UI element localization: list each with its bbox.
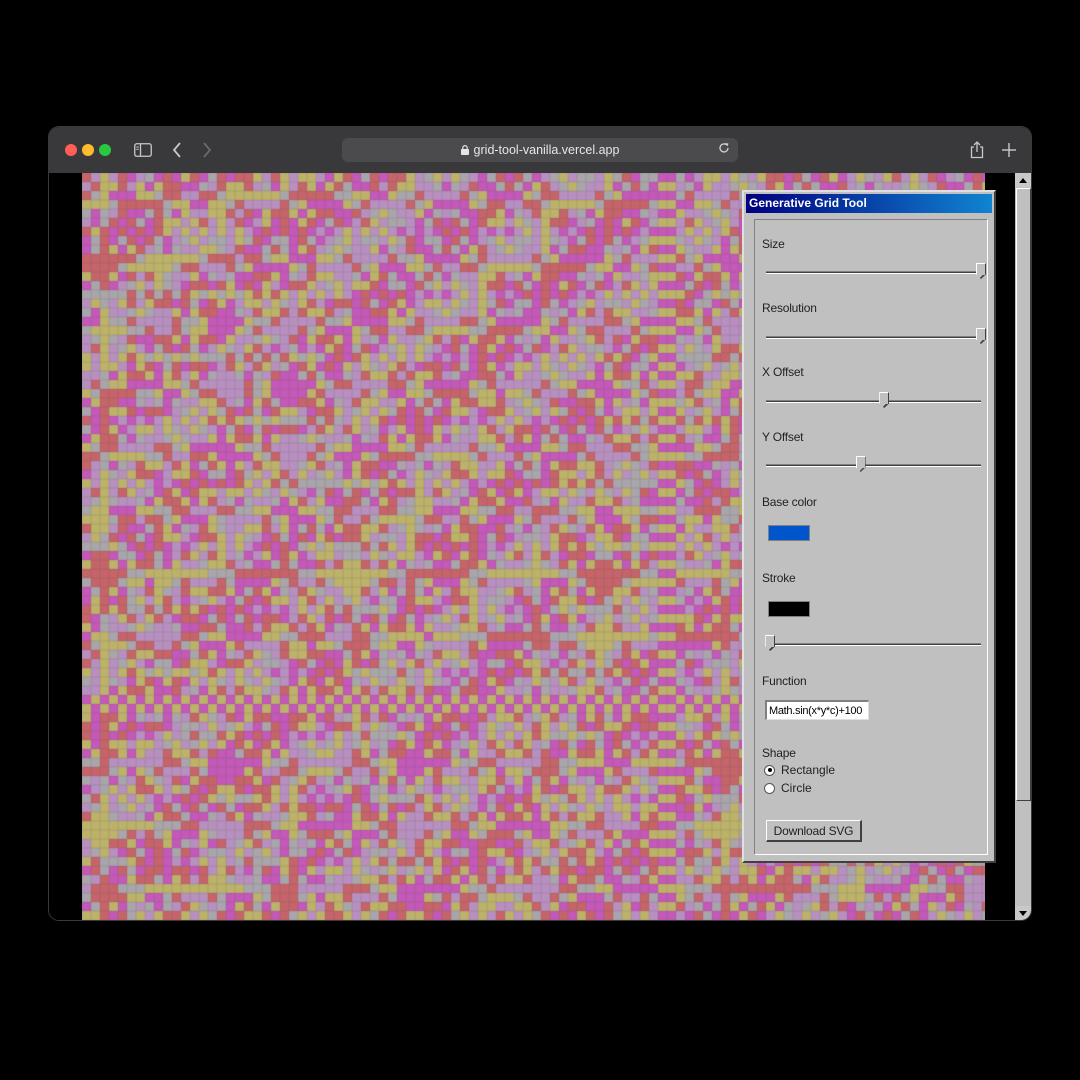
arrow-down-icon bbox=[1019, 910, 1027, 916]
radio-rectangle[interactable] bbox=[764, 764, 775, 776]
arrow-up-icon bbox=[1019, 177, 1027, 183]
browser-window: grid-tool-vanilla.vercel.app Generative … bbox=[49, 127, 1031, 920]
slider-track bbox=[766, 271, 981, 274]
zoom-window-button[interactable] bbox=[99, 144, 111, 156]
slider-track bbox=[766, 464, 981, 467]
address-bar[interactable]: grid-tool-vanilla.vercel.app bbox=[342, 138, 738, 162]
scroll-down-button[interactable] bbox=[1015, 906, 1031, 920]
minimize-window-button[interactable] bbox=[82, 144, 94, 156]
sidebar-toggle-icon[interactable] bbox=[133, 139, 153, 161]
grid-tool-window: Generative Grid Tool Size Resolution X O… bbox=[742, 190, 996, 863]
scroll-up-button[interactable] bbox=[1015, 173, 1031, 187]
resolution-slider[interactable] bbox=[766, 328, 986, 348]
resolution-label: Resolution bbox=[762, 301, 817, 315]
reload-icon[interactable] bbox=[718, 142, 730, 157]
size-slider[interactable] bbox=[766, 263, 986, 283]
slider-thumb[interactable] bbox=[765, 635, 776, 651]
function-input[interactable] bbox=[765, 700, 869, 720]
shape-option-rectangle[interactable]: Rectangle bbox=[764, 763, 835, 777]
slider-track bbox=[766, 336, 981, 339]
share-icon[interactable] bbox=[967, 139, 987, 161]
x-offset-label: X Offset bbox=[762, 365, 804, 379]
slider-thumb[interactable] bbox=[855, 456, 866, 472]
slider-thumb[interactable] bbox=[879, 392, 890, 408]
lock-icon bbox=[460, 145, 469, 155]
slider-track bbox=[766, 643, 981, 646]
stroke-color-picker[interactable] bbox=[768, 601, 810, 617]
radio-circle[interactable] bbox=[764, 782, 775, 794]
slider-thumb[interactable] bbox=[976, 328, 986, 344]
shape-label: Shape bbox=[762, 746, 796, 760]
radio-label-circle: Circle bbox=[781, 781, 812, 795]
vertical-scrollbar[interactable] bbox=[1015, 173, 1031, 920]
browser-toolbar: grid-tool-vanilla.vercel.app bbox=[49, 127, 1031, 173]
function-label: Function bbox=[762, 674, 807, 688]
shape-option-circle[interactable]: Circle bbox=[764, 781, 812, 795]
url-text: grid-tool-vanilla.vercel.app bbox=[473, 143, 620, 157]
forward-icon[interactable] bbox=[199, 139, 215, 161]
page-content: Generative Grid Tool Size Resolution X O… bbox=[49, 173, 1031, 920]
back-icon[interactable] bbox=[169, 139, 185, 161]
x-offset-slider[interactable] bbox=[766, 392, 981, 412]
slider-thumb[interactable] bbox=[976, 263, 986, 279]
panel-title[interactable]: Generative Grid Tool bbox=[746, 194, 992, 213]
close-window-button[interactable] bbox=[65, 144, 77, 156]
base-color-label: Base color bbox=[762, 495, 817, 509]
radio-label-rectangle: Rectangle bbox=[781, 763, 836, 777]
scroll-thumb[interactable] bbox=[1016, 188, 1031, 801]
stroke-width-slider[interactable] bbox=[765, 635, 981, 655]
slider-track bbox=[766, 400, 981, 403]
y-offset-slider[interactable] bbox=[766, 456, 981, 476]
stroke-label: Stroke bbox=[762, 571, 796, 585]
size-label: Size bbox=[762, 237, 785, 251]
y-offset-label: Y Offset bbox=[762, 430, 804, 444]
base-color-picker[interactable] bbox=[768, 525, 810, 541]
controls-group: Size Resolution X Offset Y Offset Base c… bbox=[754, 219, 988, 855]
download-svg-button[interactable]: Download SVG bbox=[766, 820, 862, 842]
new-tab-icon[interactable] bbox=[999, 139, 1019, 161]
